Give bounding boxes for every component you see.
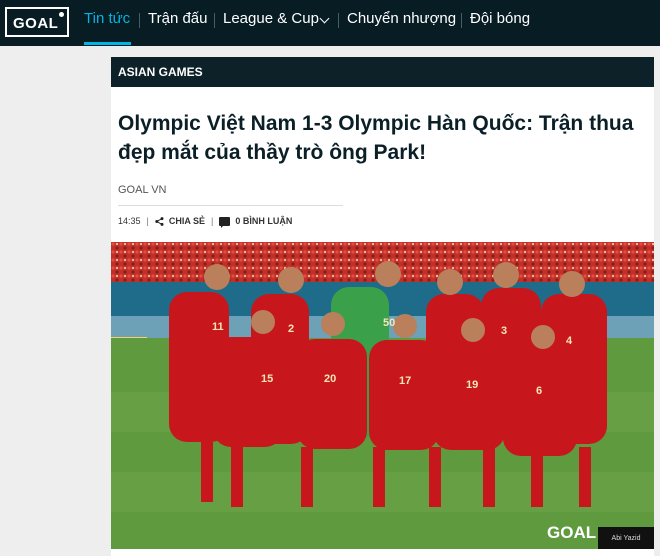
active-tab-indicator [84,42,131,45]
meta-separator: | [146,216,149,226]
nav-item-doi-bong[interactable]: Đội bóng [470,10,530,27]
article-source[interactable]: GOAL VN [118,184,167,196]
article-meta: 14:35 | CHIA SẺ | 0 BÌNH LUẬN [118,214,292,228]
comment-icon [219,216,231,228]
jersey-number: 20 [324,373,336,385]
jersey-number: 6 [536,385,542,397]
nav-separator [461,13,462,28]
nav-separator [338,13,339,28]
goal-watermark: GOAL [547,523,597,542]
nav-separator [139,13,140,28]
comments-label: 0 BÌNH LUẬN [235,216,293,226]
team-photo-illustration: 11 2 50 3 4 15 20 17 19 6 [111,242,654,549]
nav-separator [214,13,215,28]
hero-photo[interactable]: 11 2 50 3 4 15 20 17 19 6 GOAL Abi Yazid [111,242,654,549]
jersey-number: 50 [383,317,395,329]
share-label: CHIA SẺ [168,216,206,226]
share-button[interactable]: CHIA SẺ [155,216,205,226]
jersey-number: 15 [261,373,273,385]
chevron-down-icon[interactable] [319,13,330,24]
nav-item-tran-dau[interactable]: Trận đấu [148,10,207,27]
goal-logo[interactable]: GOAL [5,7,69,37]
category-label[interactable]: ASIAN GAMES [118,65,203,79]
jersey-number: 11 [212,321,224,333]
photo-credit: Abi Yazid [598,527,654,549]
jersey-number: 2 [288,323,294,335]
logo-dot-icon [59,12,64,17]
article-title: Olympic Việt Nam 1-3 Olympic Hàn Quốc: T… [118,112,634,164]
jersey-number: 17 [399,375,411,387]
nav-item-tin-tuc[interactable]: Tin tức [84,10,130,27]
comments-button[interactable]: 0 BÌNH LUẬN [219,216,293,228]
top-nav: GOAL Tin tức Trận đấu League & Cup Chuyể… [0,0,660,46]
publish-time: 14:35 [118,216,141,226]
logo-text: GOAL [13,15,59,32]
jersey-number: 3 [501,325,507,337]
nav-item-chuyen-nhuong[interactable]: Chuyển nhượng [347,10,456,27]
share-icon [155,216,164,226]
category-bar: ASIAN GAMES [111,57,654,87]
jersey-number: 19 [466,379,478,391]
article-card: ASIAN GAMES Olympic Việt Nam 1-3 Olympic… [111,57,654,556]
jersey-number: 4 [566,335,573,347]
meta-divider [118,205,343,206]
meta-separator: | [211,216,214,226]
nav-item-league-cup[interactable]: League & Cup [223,10,319,27]
